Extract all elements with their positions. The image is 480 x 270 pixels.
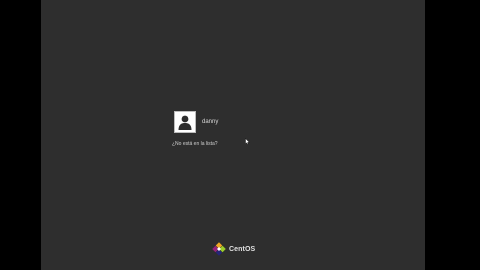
user-list-item[interactable]: danny — [174, 111, 218, 133]
mouse-pointer-icon — [245, 138, 250, 145]
not-listed-link[interactable]: ¿No está en la lista? — [172, 141, 218, 147]
login-screen: danny ¿No está en la lista? CentOS — [41, 0, 425, 270]
centos-wordmark: CentOS — [229, 245, 256, 253]
user-avatar — [174, 111, 196, 133]
user-name-label: danny — [202, 119, 219, 125]
centos-logo-icon — [212, 242, 226, 256]
user-silhouette-icon — [178, 115, 192, 130]
centos-branding: CentOS — [212, 242, 255, 256]
